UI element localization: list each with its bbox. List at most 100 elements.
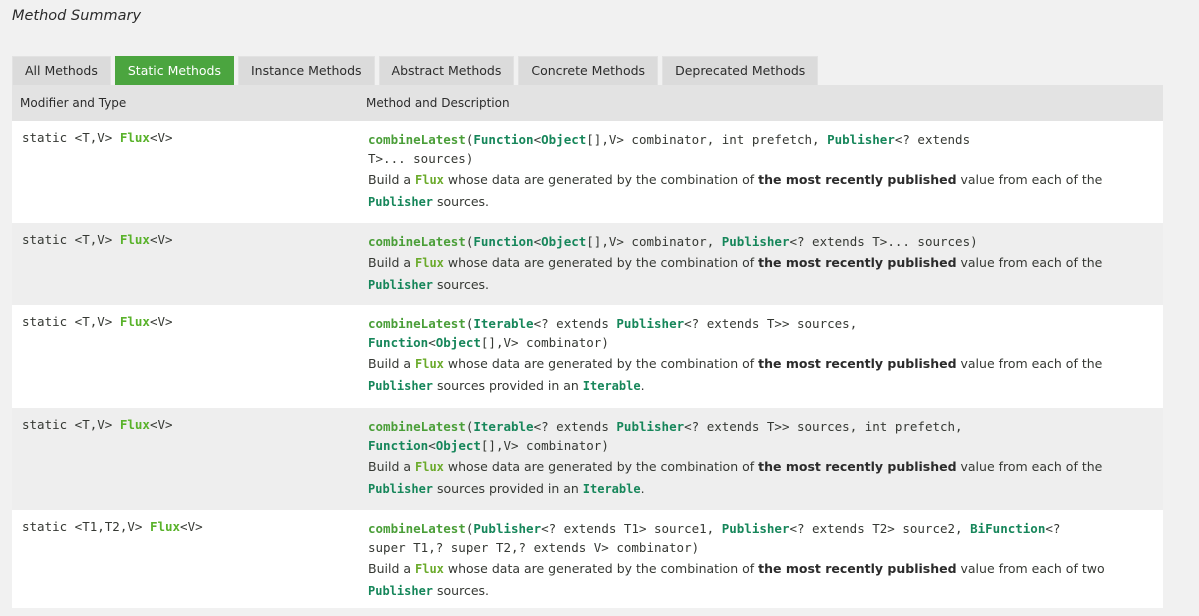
column-header-modifier: Modifier and Type	[20, 96, 127, 110]
method-signature: combineLatest(Iterable<? extends Publish…	[368, 417, 1151, 455]
code-link[interactable]: Publisher	[368, 278, 433, 292]
modifier-text: static <T,V>	[22, 417, 120, 432]
method-signature: combineLatest(Publisher<? extends T1> so…	[368, 519, 1151, 557]
emphasis-text: the most recently published	[758, 561, 957, 576]
modifier-text: <V>	[149, 314, 173, 329]
signature-text: [],V> combinator, int prefetch,	[586, 132, 828, 147]
method-filter-tabs: All Methods Static Methods Instance Meth…	[12, 56, 819, 85]
description-text: value from each of the	[956, 255, 1103, 270]
code-link[interactable]: Iterable	[583, 379, 641, 393]
modifier-cell: static <T1,T2,V> Flux<V>	[12, 510, 368, 608]
modifier-cell: static <T,V> Flux<V>	[12, 121, 368, 223]
method-name-link[interactable]: combineLatest	[368, 132, 466, 147]
tab-abstract-methods[interactable]: Abstract Methods	[378, 56, 515, 85]
signature-text: <? extends T1> source1,	[541, 521, 722, 536]
tab-concrete-methods[interactable]: Concrete Methods	[518, 56, 659, 85]
method-cell: combineLatest(Function<Object[],V> combi…	[368, 223, 1163, 305]
description-text: sources.	[433, 277, 490, 292]
type-link[interactable]: Object	[541, 234, 586, 249]
signature-text: <? extends T2> source2,	[789, 521, 971, 536]
modifier-text: <V>	[149, 130, 173, 145]
modifier-text: static <T1,T2,V>	[22, 519, 150, 534]
signature-text: <?	[1045, 521, 1061, 536]
type-link[interactable]: Function	[473, 234, 533, 249]
column-header-method: Method and Description	[366, 96, 510, 110]
description-text: whose data are generated by the combinat…	[443, 459, 759, 474]
signature-text: <? extends T>... sources)	[789, 234, 978, 249]
code-link[interactable]: Iterable	[583, 482, 641, 496]
table-body: static <T,V> Flux<V> combineLatest(Functi…	[12, 121, 1163, 608]
method-description: Build a Flux whose data are generated by…	[368, 558, 1151, 602]
type-link[interactable]: Publisher	[616, 419, 684, 434]
type-link[interactable]: Function	[368, 335, 428, 350]
modifier-text: <V>	[180, 519, 203, 534]
description-text: whose data are generated by the combinat…	[443, 561, 759, 576]
section-title: Method Summary	[12, 8, 142, 24]
type-link[interactable]: Object	[436, 438, 481, 453]
table-header: Modifier and Type Method and Description	[12, 85, 1163, 121]
type-link[interactable]: Object	[541, 132, 586, 147]
type-link[interactable]: Publisher	[616, 316, 684, 331]
type-link[interactable]: Iterable	[473, 419, 533, 434]
code-link[interactable]: Flux	[415, 256, 444, 270]
type-link[interactable]: Function	[473, 132, 533, 147]
code-link[interactable]: Publisher	[368, 379, 433, 393]
signature-text: <	[428, 335, 436, 350]
type-link[interactable]: Iterable	[473, 316, 533, 331]
code-link[interactable]: Publisher	[368, 195, 433, 209]
modifier-cell: static <T,V> Flux<V>	[12, 223, 368, 305]
modifier-text: static <T,V>	[22, 314, 120, 329]
tab-deprecated-methods[interactable]: Deprecated Methods	[662, 56, 819, 85]
table-row: static <T,V> Flux<V> combineLatest(Functi…	[12, 121, 1163, 223]
code-link[interactable]: Publisher	[368, 482, 433, 496]
signature-text: <? extends	[533, 316, 617, 331]
description-text: Build a	[368, 172, 415, 187]
table-row: static <T,V> Flux<V> combineLatest(Iterab…	[12, 408, 1163, 510]
return-type-link[interactable]: Flux	[120, 130, 150, 145]
signature-text: <? extends T>> sources,	[684, 316, 858, 331]
method-signature: combineLatest(Function<Object[],V> combi…	[368, 130, 1151, 168]
code-link[interactable]: Publisher	[368, 584, 433, 598]
table-row: static <T1,T2,V> Flux<V> combineLatest(Pu…	[12, 510, 1163, 608]
tab-static-methods[interactable]: Static Methods	[114, 56, 234, 85]
code-link[interactable]: Flux	[415, 460, 444, 474]
modifier-text: static <T,V>	[22, 232, 120, 247]
type-link[interactable]: Publisher	[722, 234, 790, 249]
method-cell: combineLatest(Publisher<? extends T1> so…	[368, 510, 1163, 608]
return-type-link[interactable]: Flux	[120, 232, 150, 247]
type-link[interactable]: Publisher	[827, 132, 895, 147]
description-text: whose data are generated by the combinat…	[443, 356, 759, 371]
signature-text: <	[533, 132, 542, 147]
emphasis-text: the most recently published	[758, 172, 957, 187]
description-text: Build a	[368, 255, 415, 270]
type-link[interactable]: Function	[368, 438, 428, 453]
code-link[interactable]: Flux	[415, 562, 444, 576]
method-name-link[interactable]: combineLatest	[368, 521, 466, 536]
method-name-link[interactable]: combineLatest	[368, 419, 466, 434]
signature-text: [],V> combinator)	[480, 335, 609, 350]
method-name-link[interactable]: combineLatest	[368, 316, 466, 331]
method-description: Build a Flux whose data are generated by…	[368, 353, 1151, 397]
return-type-link[interactable]: Flux	[150, 519, 180, 534]
tab-all-methods[interactable]: All Methods	[12, 56, 111, 85]
type-link[interactable]: BiFunction	[970, 521, 1045, 536]
modifier-text: <V>	[149, 417, 173, 432]
return-type-link[interactable]: Flux	[120, 314, 150, 329]
description-text: .	[640, 378, 645, 393]
tab-instance-methods[interactable]: Instance Methods	[237, 56, 375, 85]
type-link[interactable]: Object	[436, 335, 481, 350]
code-link[interactable]: Flux	[415, 173, 444, 187]
method-name-link[interactable]: combineLatest	[368, 234, 466, 249]
type-link[interactable]: Publisher	[722, 521, 790, 536]
signature-text: <	[428, 438, 436, 453]
modifier-text: static <T,V>	[22, 130, 120, 145]
type-link[interactable]: Publisher	[473, 521, 541, 536]
return-type-link[interactable]: Flux	[120, 417, 150, 432]
code-link[interactable]: Flux	[415, 357, 444, 371]
description-text: .	[640, 481, 645, 496]
signature-text: T>... sources)	[368, 151, 474, 166]
description-text: sources provided in an	[433, 378, 583, 393]
signature-text: <	[533, 234, 542, 249]
method-description: Build a Flux whose data are generated by…	[368, 169, 1151, 213]
description-text: Build a	[368, 561, 415, 576]
